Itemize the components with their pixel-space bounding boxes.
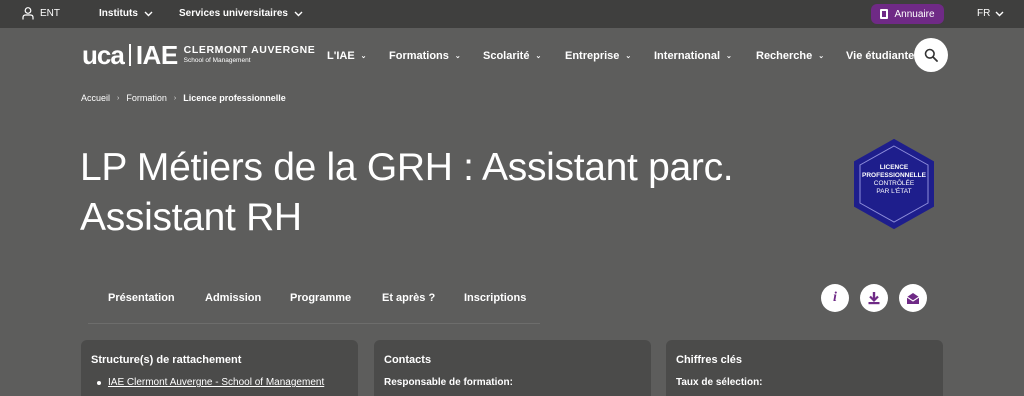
- breadcrumb-formation[interactable]: Formation: [126, 93, 167, 103]
- badge-text: LICENCE PROFESSIONNELLE CONTRÔLÉE PAR L'…: [852, 164, 936, 196]
- logo-subtitle: CLERMONT AUVERGNE School of Management: [184, 45, 316, 64]
- nav-item-international[interactable]: International ⌄: [654, 50, 732, 62]
- nav-item-label: Recherche: [756, 50, 813, 62]
- breadcrumb: Accueil › Formation › Licence profession…: [81, 93, 286, 103]
- badge-line4: PAR L'ÉTAT: [876, 188, 912, 195]
- nav-item-recherche[interactable]: Recherche ⌄: [756, 50, 824, 62]
- nav-item-entreprise[interactable]: Entreprise ⌄: [565, 50, 631, 62]
- card-chiffres-title: Chiffres clés: [676, 354, 743, 366]
- card-chiffres-cles: Chiffres clés Taux de sélection:: [666, 340, 943, 396]
- nav-item-label: Formations: [389, 50, 449, 62]
- nav-item-label: International: [654, 50, 721, 62]
- menu-instituts[interactable]: Instituts: [99, 8, 153, 19]
- nav-item-vie-etudiante[interactable]: Vie étudiante: [846, 50, 914, 62]
- chevron-down-icon: [995, 11, 1004, 16]
- breadcrumb-current: Licence professionnelle: [183, 93, 286, 103]
- logo-divider: [128, 44, 131, 66]
- badge-line2: PROFESSIONNELLE: [862, 172, 926, 179]
- structure-link[interactable]: IAE Clermont Auvergne - School of Manage…: [108, 377, 324, 388]
- chiffres-subtitle: Taux de sélection:: [676, 377, 763, 388]
- search-button[interactable]: [914, 38, 948, 72]
- download-icon: [868, 292, 880, 305]
- page-title-line1: LP Métiers de la GRH : Assistant parc.: [80, 146, 734, 189]
- nav-item-label: Scolarité: [483, 50, 530, 62]
- structures-list: IAE Clermont Auvergne - School of Manage…: [91, 377, 348, 388]
- menu-instituts-label: Instituts: [99, 8, 138, 19]
- chevron-down-icon: ⌄: [454, 53, 461, 60]
- chevron-down-icon: ⌄: [360, 53, 367, 60]
- info-icon: i: [833, 290, 837, 305]
- mail-icon: [906, 292, 920, 304]
- contact-button[interactable]: [899, 284, 927, 312]
- card-contacts: Contacts Responsable de formation:: [374, 340, 651, 396]
- chevron-down-icon: ⌄: [818, 53, 825, 60]
- language-selector[interactable]: FR: [977, 8, 1004, 19]
- menu-services-label: Services universitaires: [179, 8, 288, 19]
- nav-item-label: L'IAE: [327, 50, 355, 62]
- annuaire-label: Annuaire: [894, 8, 935, 20]
- page-title: LP Métiers de la GRH : Assistant parc. A…: [80, 143, 840, 243]
- badge-line3: CONTRÔLÉE: [873, 180, 915, 187]
- logo-line1: CLERMONT AUVERGNE: [183, 44, 316, 57]
- annuaire-button[interactable]: Annuaire: [871, 4, 944, 24]
- card-contacts-title: Contacts: [384, 354, 432, 366]
- top-bar: ENT Instituts Services universitaires An…: [0, 0, 1024, 28]
- ent-link[interactable]: ENT: [22, 7, 60, 20]
- logo-mark: uca: [82, 40, 125, 70]
- info-button[interactable]: i: [821, 284, 849, 312]
- nav-item-formations[interactable]: Formations ⌄: [389, 50, 461, 62]
- chevron-right-icon: ›: [173, 94, 177, 102]
- contacts-subtitle: Responsable de formation:: [384, 377, 513, 388]
- tab-admission[interactable]: Admission: [205, 292, 261, 304]
- tab-inscriptions[interactable]: Inscriptions: [464, 292, 526, 304]
- section-tabs: Présentation Admission Programme Et aprè…: [88, 278, 540, 324]
- ent-label: ENT: [40, 8, 60, 19]
- menu-services-universitaires[interactable]: Services universitaires: [179, 8, 303, 19]
- language-label: FR: [977, 8, 991, 19]
- nav-item-scolarite[interactable]: Scolarité ⌄: [483, 50, 541, 62]
- logo-line2: School of Management: [183, 56, 251, 64]
- search-icon: [924, 48, 938, 62]
- card-structures: Structure(s) de rattachement IAE Clermon…: [81, 340, 358, 396]
- book-icon: [880, 9, 889, 19]
- chevron-down-icon: ⌄: [726, 53, 732, 60]
- card-structures-title: Structure(s) de rattachement: [91, 354, 242, 366]
- nav-item-label: Entreprise: [565, 50, 620, 62]
- download-button[interactable]: [860, 284, 888, 312]
- logo-iae: IAE: [135, 40, 178, 70]
- tab-programme[interactable]: Programme: [290, 292, 351, 304]
- page-title-line2: Assistant RH: [80, 196, 302, 239]
- chevron-down-icon: ⌄: [535, 53, 542, 60]
- tab-presentation[interactable]: Présentation: [108, 292, 175, 304]
- chevron-right-icon: ›: [117, 94, 120, 102]
- list-item[interactable]: IAE Clermont Auvergne - School of Manage…: [91, 377, 348, 388]
- site-logo[interactable]: uca IAE CLERMONT AUVERGNE School of Mana…: [82, 42, 315, 68]
- chevron-down-icon: [144, 11, 153, 16]
- nav-item-label: Vie étudiante: [846, 50, 915, 62]
- nav-item-iae[interactable]: L'IAE ⌄: [327, 50, 367, 62]
- chevron-down-icon: ⌄: [625, 53, 632, 60]
- badge-line1: LICENCE: [879, 164, 909, 171]
- user-icon: [22, 7, 34, 20]
- chevron-down-icon: [294, 11, 303, 16]
- breadcrumb-home[interactable]: Accueil: [81, 93, 110, 103]
- tab-et-apres[interactable]: Et après ?: [382, 292, 435, 304]
